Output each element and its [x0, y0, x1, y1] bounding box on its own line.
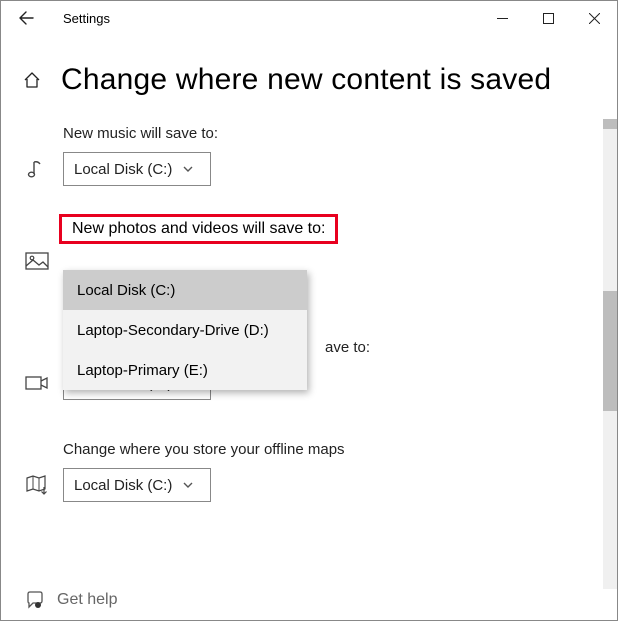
- back-arrow-icon: [18, 10, 34, 26]
- maps-label: Change where you store your offline maps: [25, 441, 603, 458]
- get-help-link[interactable]: Get help: [25, 590, 117, 610]
- music-dropdown-value: Local Disk (C:): [74, 161, 172, 178]
- section-maps: Change where you store your offline maps…: [25, 441, 603, 502]
- music-icon: [25, 158, 63, 180]
- chevron-down-icon: [182, 479, 194, 491]
- maps-dropdown[interactable]: Local Disk (C:): [63, 468, 211, 502]
- photos-dropdown-list[interactable]: Local Disk (C:) Laptop-Secondary-Drive (…: [63, 270, 307, 390]
- title-bar: Settings: [1, 1, 617, 35]
- chat-icon: [25, 590, 45, 610]
- dropdown-option-0[interactable]: Local Disk (C:): [63, 270, 307, 310]
- section-photos: New photos and videos will save to:: [25, 214, 603, 272]
- page-heading-row: Change where new content is saved: [1, 35, 617, 107]
- photos-icon: [25, 252, 63, 272]
- close-icon: [589, 13, 600, 24]
- music-dropdown[interactable]: Local Disk (C:): [63, 152, 211, 186]
- dropdown-option-1[interactable]: Laptop-Secondary-Drive (D:): [63, 310, 307, 350]
- home-icon: [19, 70, 45, 90]
- minimize-button[interactable]: [479, 1, 525, 35]
- chevron-down-icon: [182, 163, 194, 175]
- maps-dropdown-value: Local Disk (C:): [74, 477, 172, 494]
- music-label: New music will save to:: [25, 125, 603, 142]
- dropdown-option-label: Laptop-Primary (E:): [77, 362, 208, 379]
- window-controls: [479, 1, 617, 35]
- section-music: New music will save to: Local Disk (C:): [25, 125, 603, 186]
- page-title: Change where new content is saved: [61, 63, 551, 97]
- get-help-label: Get help: [57, 591, 117, 609]
- dropdown-option-label: Local Disk (C:): [77, 282, 175, 299]
- dropdown-option-label: Laptop-Secondary-Drive (D:): [77, 322, 269, 339]
- maximize-button[interactable]: [525, 1, 571, 35]
- content-area: New music will save to: Local Disk (C:) …: [1, 107, 617, 577]
- close-button[interactable]: [571, 1, 617, 35]
- movies-icon: [25, 374, 63, 392]
- maps-icon: [25, 474, 63, 496]
- photos-label-highlight: New photos and videos will save to:: [59, 214, 338, 244]
- back-button[interactable]: [11, 3, 41, 33]
- maximize-icon: [543, 13, 554, 24]
- dropdown-option-2[interactable]: Laptop-Primary (E:): [63, 350, 307, 390]
- app-title: Settings: [63, 11, 110, 26]
- photos-label: New photos and videos will save to:: [72, 220, 325, 237]
- minimize-icon: [497, 13, 508, 24]
